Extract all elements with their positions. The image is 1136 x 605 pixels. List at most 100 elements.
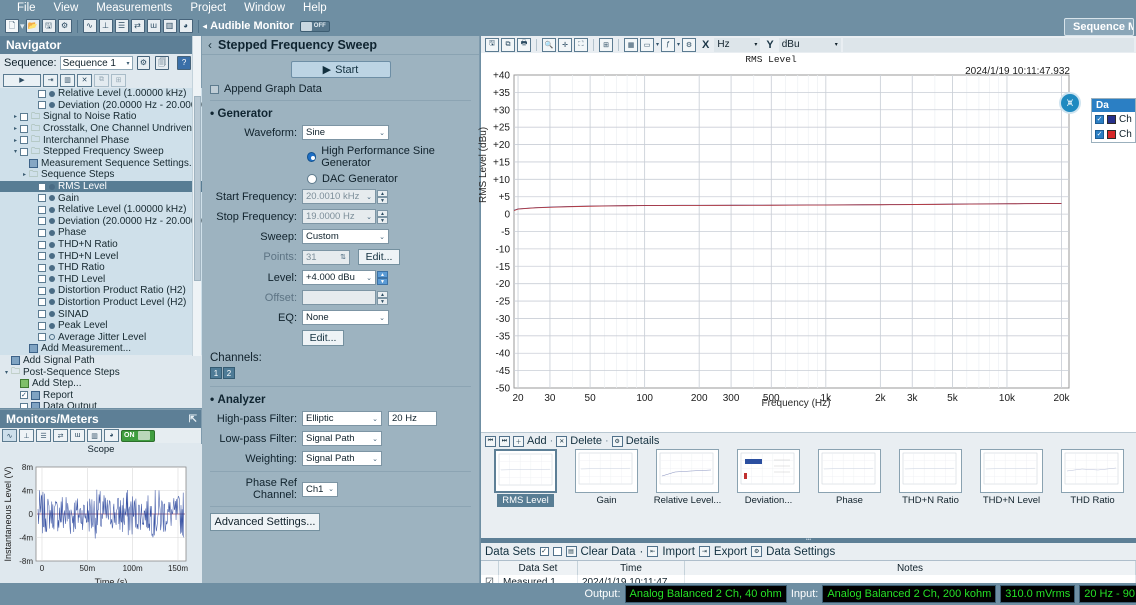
clear-data-label[interactable]: Clear Data	[581, 546, 636, 558]
cursor-icon[interactable]: ▭	[640, 38, 654, 52]
grid-fit-icon[interactable]: ⊞	[599, 38, 613, 52]
tree-node-checkbox[interactable]	[38, 298, 46, 306]
tree-node[interactable]: Average Jitter Level	[0, 331, 202, 343]
measurement-thumbnail[interactable]	[494, 449, 557, 493]
measurement-tab[interactable]: THD+N Ratio	[890, 449, 971, 507]
scrollbar-thumb[interactable]	[194, 96, 201, 281]
high-pass-filter-frequency-input[interactable]: 20 Hz	[388, 411, 437, 426]
sequence-select[interactable]: Sequence 1 ▾	[60, 56, 133, 70]
x-unit-select[interactable]: Hz ▾	[714, 38, 760, 52]
run-sequence-button[interactable]: ▶	[3, 74, 41, 87]
sweep-select[interactable]: Custom ⌄	[302, 229, 389, 244]
level-input[interactable]: +4.000 dBu ⌄	[302, 270, 376, 285]
phase-ref-channel-select[interactable]: Ch1 ⌄	[302, 482, 338, 497]
input-value[interactable]: Analog Balanced 2 Ch, 200 kohm	[822, 585, 996, 603]
start-frequency-input[interactable]: 20.0010 kHz ⌄	[302, 189, 376, 204]
expander-icon[interactable]: ▾	[2, 369, 11, 376]
tree-node-checkbox[interactable]	[38, 194, 46, 202]
stepper-down[interactable]: ▼	[377, 298, 388, 305]
sequence-copy-icon[interactable]: 🗐	[155, 56, 169, 70]
high-pass-filter-select[interactable]: Elliptic ⌄	[302, 411, 382, 426]
delete-icon[interactable]: ✕	[556, 436, 567, 447]
bargraph-icon[interactable]: ▥	[163, 19, 177, 33]
back-chevron-icon[interactable]: ‹	[208, 38, 212, 52]
copy-graph-icon[interactable]: ⧉	[501, 38, 515, 52]
expand-icon[interactable]: ⇱	[189, 414, 197, 425]
navigator-tree[interactable]: Relative Level (1.00000 kHz)Deviation (2…	[0, 88, 202, 408]
tree-node-checkbox[interactable]	[38, 90, 46, 98]
tree-node[interactable]: Add Step...	[0, 378, 202, 390]
expander-icon[interactable]: ▸	[11, 113, 20, 120]
measurement-thumbnail[interactable]	[575, 449, 638, 493]
high-performance-sine-generator-row[interactable]: High Performance Sine Generator	[307, 145, 471, 169]
start-button[interactable]: ▶ Start	[291, 61, 391, 78]
open-project-icon[interactable]: 📂	[26, 19, 40, 33]
signal-path-icon[interactable]: ⇄	[53, 429, 68, 442]
delete-measurement-label[interactable]: Delete	[570, 435, 602, 447]
points-input[interactable]: 31 ⇅	[302, 250, 350, 265]
tree-node[interactable]: Data Output	[0, 401, 202, 408]
tree-node-checkbox[interactable]	[38, 206, 46, 214]
tree-node-checkbox[interactable]	[38, 217, 46, 225]
function-icon[interactable]: ƒ	[661, 38, 675, 52]
tree-node[interactable]: THD+N Ratio	[0, 239, 202, 251]
tree-node-checkbox[interactable]	[20, 391, 28, 399]
tree-node[interactable]: Peak Level	[0, 320, 202, 332]
start-frequency-stepper[interactable]: ▲▼	[377, 190, 388, 204]
export-label[interactable]: Export	[714, 546, 747, 558]
scope-icon[interactable]: ∿	[2, 429, 17, 442]
measurement-thumbnail[interactable]	[818, 449, 881, 493]
data-settings-label[interactable]: Data Settings	[766, 546, 835, 558]
stop-frequency-stepper[interactable]: ▲▼	[377, 210, 388, 224]
eq-edit-button[interactable]: Edit...	[302, 330, 344, 346]
tree-node[interactable]: Distortion Product Level (H2)	[0, 297, 202, 309]
sequence-manager-button[interactable]: Sequence M	[1064, 18, 1134, 36]
fft-icon[interactable]: ɯ	[70, 429, 85, 442]
tree-node[interactable]: Phase	[0, 227, 202, 239]
measurement-tab[interactable]: THD+N Level	[971, 449, 1052, 507]
offset-stepper[interactable]: ▲▼	[377, 291, 388, 305]
insert-step-icon[interactable]: ⇥	[43, 74, 58, 87]
expander-icon[interactable]: ▾	[11, 148, 20, 155]
table-icon[interactable]: ▦	[624, 38, 638, 52]
navigator-scrollbar[interactable]	[192, 36, 201, 356]
stepper-down[interactable]: ▼	[377, 278, 388, 285]
zoom-icon[interactable]: 🔍	[542, 38, 556, 52]
tree-node[interactable]: Deviation (20.0000 Hz - 20.0000	[0, 216, 202, 228]
tree-node-checkbox[interactable]	[20, 125, 28, 133]
tree-node[interactable]: ▸🗀Sequence Steps	[0, 169, 202, 181]
signal-path-icon[interactable]: ⇄	[131, 19, 145, 33]
level-stepper[interactable]: ▲▼	[377, 271, 388, 285]
tree-node[interactable]: Distortion Product Ratio (H2)	[0, 285, 202, 297]
new-document-icon[interactable]: 🗋	[5, 19, 19, 33]
waveform-icon[interactable]: ∿	[83, 19, 97, 33]
legend-checkbox[interactable]: ✓	[1095, 115, 1104, 124]
append-graph-data-checkbox[interactable]	[210, 85, 219, 94]
tree-node-checkbox[interactable]	[20, 148, 28, 156]
expander-icon[interactable]: ▸	[20, 171, 29, 178]
menu-item-help[interactable]: Help	[294, 0, 336, 16]
fit-icon[interactable]: ✛	[558, 38, 572, 52]
first-measurement-icon[interactable]: ⏮	[485, 436, 496, 447]
deselect-all-checkbox[interactable]	[553, 547, 562, 556]
measurement-thumbnail[interactable]	[656, 449, 719, 493]
clock-icon[interactable]: ◕	[179, 19, 193, 33]
dac-generator-row[interactable]: DAC Generator	[307, 173, 471, 185]
measurement-thumbnail[interactable]	[737, 449, 800, 493]
sequence-settings-icon[interactable]: ⚙	[137, 56, 151, 70]
tree-node-checkbox[interactable]	[38, 252, 46, 260]
measurement-thumbnail[interactable]	[899, 449, 962, 493]
level-meter-icon[interactable]: ⊥	[19, 429, 34, 442]
tree-node[interactable]: Relative Level (1.00000 kHz)	[0, 204, 202, 216]
last-measurement-icon[interactable]: ⏭	[499, 436, 510, 447]
measurement-tab[interactable]: Phase	[809, 449, 890, 507]
output-value[interactable]: Analog Balanced 2 Ch, 40 ohm	[625, 585, 787, 603]
points-edit-button[interactable]: Edit...	[358, 249, 400, 265]
tree-node-checkbox[interactable]	[38, 241, 46, 249]
legend-row[interactable]: ✓ Ch	[1092, 127, 1135, 142]
tree-node[interactable]: Gain	[0, 192, 202, 204]
bargraph-icon[interactable]: ▥	[87, 429, 102, 442]
tree-node-checkbox[interactable]	[38, 287, 46, 295]
list-icon[interactable]: ☰	[115, 19, 129, 33]
stepper-up[interactable]: ▲	[377, 271, 388, 278]
